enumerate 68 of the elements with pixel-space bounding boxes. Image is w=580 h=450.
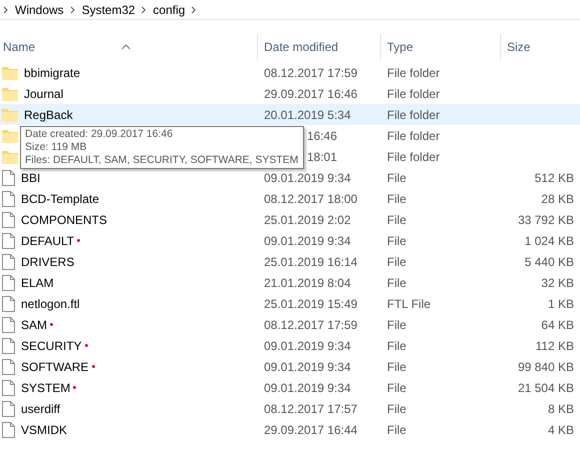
date-modified: 09.01.2019 9:34 [263,338,351,352]
file-size: 1 KB [546,296,574,310]
file-size: 28 KB [540,192,574,206]
file-type: File [386,360,406,374]
file-type: File [386,422,406,436]
date-modified: 09.01.2019 9:34 [263,234,351,248]
file-size: 64 KB [540,318,574,332]
file-name: SAM [21,318,48,332]
file-type: File folder [386,86,440,100]
date-modified: 25.01.2019 15:49 [263,296,358,310]
file-type: File [386,254,406,268]
date-modified: 08.12.2017 17:57 [263,402,358,416]
file-type: File folder [386,66,440,80]
file-type: File folder [386,108,440,122]
file-name: SECURITY [21,338,82,352]
tooltip-line: Date created: 29.09.2017 16:46 [25,128,173,141]
file-size: 112 KB [534,338,574,352]
file-type: File [386,234,406,248]
file-type: File folder [386,150,440,164]
file-size: 21 504 KB [516,380,574,394]
date-modified: 08.12.2017 17:59 [263,66,358,80]
tooltip-line: Size: 119 MB [25,141,87,154]
file-size: 1 024 KB [524,234,574,248]
date-modified: 25.01.2019 16:14 [263,254,358,268]
file-type: File [386,402,406,416]
file-name: DEFAULT [21,234,74,248]
file-name: BBI [21,170,40,184]
date-modified: 08.12.2017 17:59 [263,318,358,332]
file-type: File folder [386,128,440,142]
file-name: SYSTEM [21,380,70,394]
date-modified: 21.01.2019 8:04 [263,276,351,290]
file-size: 8 KB [546,402,574,416]
file-name: RegBack [24,108,73,122]
file-name: bbimigrate [24,66,80,80]
file-type: File [386,380,406,394]
file-name: VSMIDK [21,422,68,436]
file-size: 33 792 KB [516,212,574,226]
file-type: File [386,192,406,206]
date-modified: 16:46 [306,128,338,142]
date-modified: 09.01.2019 9:34 [263,360,351,374]
file-type: File [386,276,406,290]
date-modified: 08.12.2017 18:00 [263,192,358,206]
file-name: netlogon.ftl [21,296,80,310]
date-modified: 25.01.2019 2:02 [263,212,351,226]
file-name: COMPONENTS [21,212,108,226]
file-type: File [386,212,406,226]
file-name: SOFTWARE [21,360,89,374]
file-name: ELAM [21,276,54,290]
file-name: BCD-Template [21,192,100,206]
date-modified: 09.01.2019 9:34 [263,380,351,394]
date-modified: 09.01.2019 9:34 [263,170,351,184]
file-size: 512 KB [534,170,574,184]
file-type: File [386,318,406,332]
date-modified: 29.09.2017 16:46 [263,86,358,100]
file-name: Journal [24,86,64,100]
file-type: File [386,338,406,352]
file-size: 5 440 KB [524,254,574,268]
file-name: userdiff [21,402,60,416]
file-type: FTL File [386,296,431,310]
file-size: 32 KB [540,276,574,290]
file-size: 99 840 KB [516,360,574,374]
date-modified: 20.01.2019 5:34 [263,108,351,122]
date-modified: 18:01 [306,150,338,164]
tooltip-line: Files: DEFAULT, SAM, SECURITY, SOFTWARE, SYSTEM [25,154,298,167]
file-type: File [386,170,406,184]
file-name: DRIVERS [21,254,74,268]
file-size: 4 KB [546,422,574,436]
date-modified: 29.09.2017 16:44 [263,422,358,436]
